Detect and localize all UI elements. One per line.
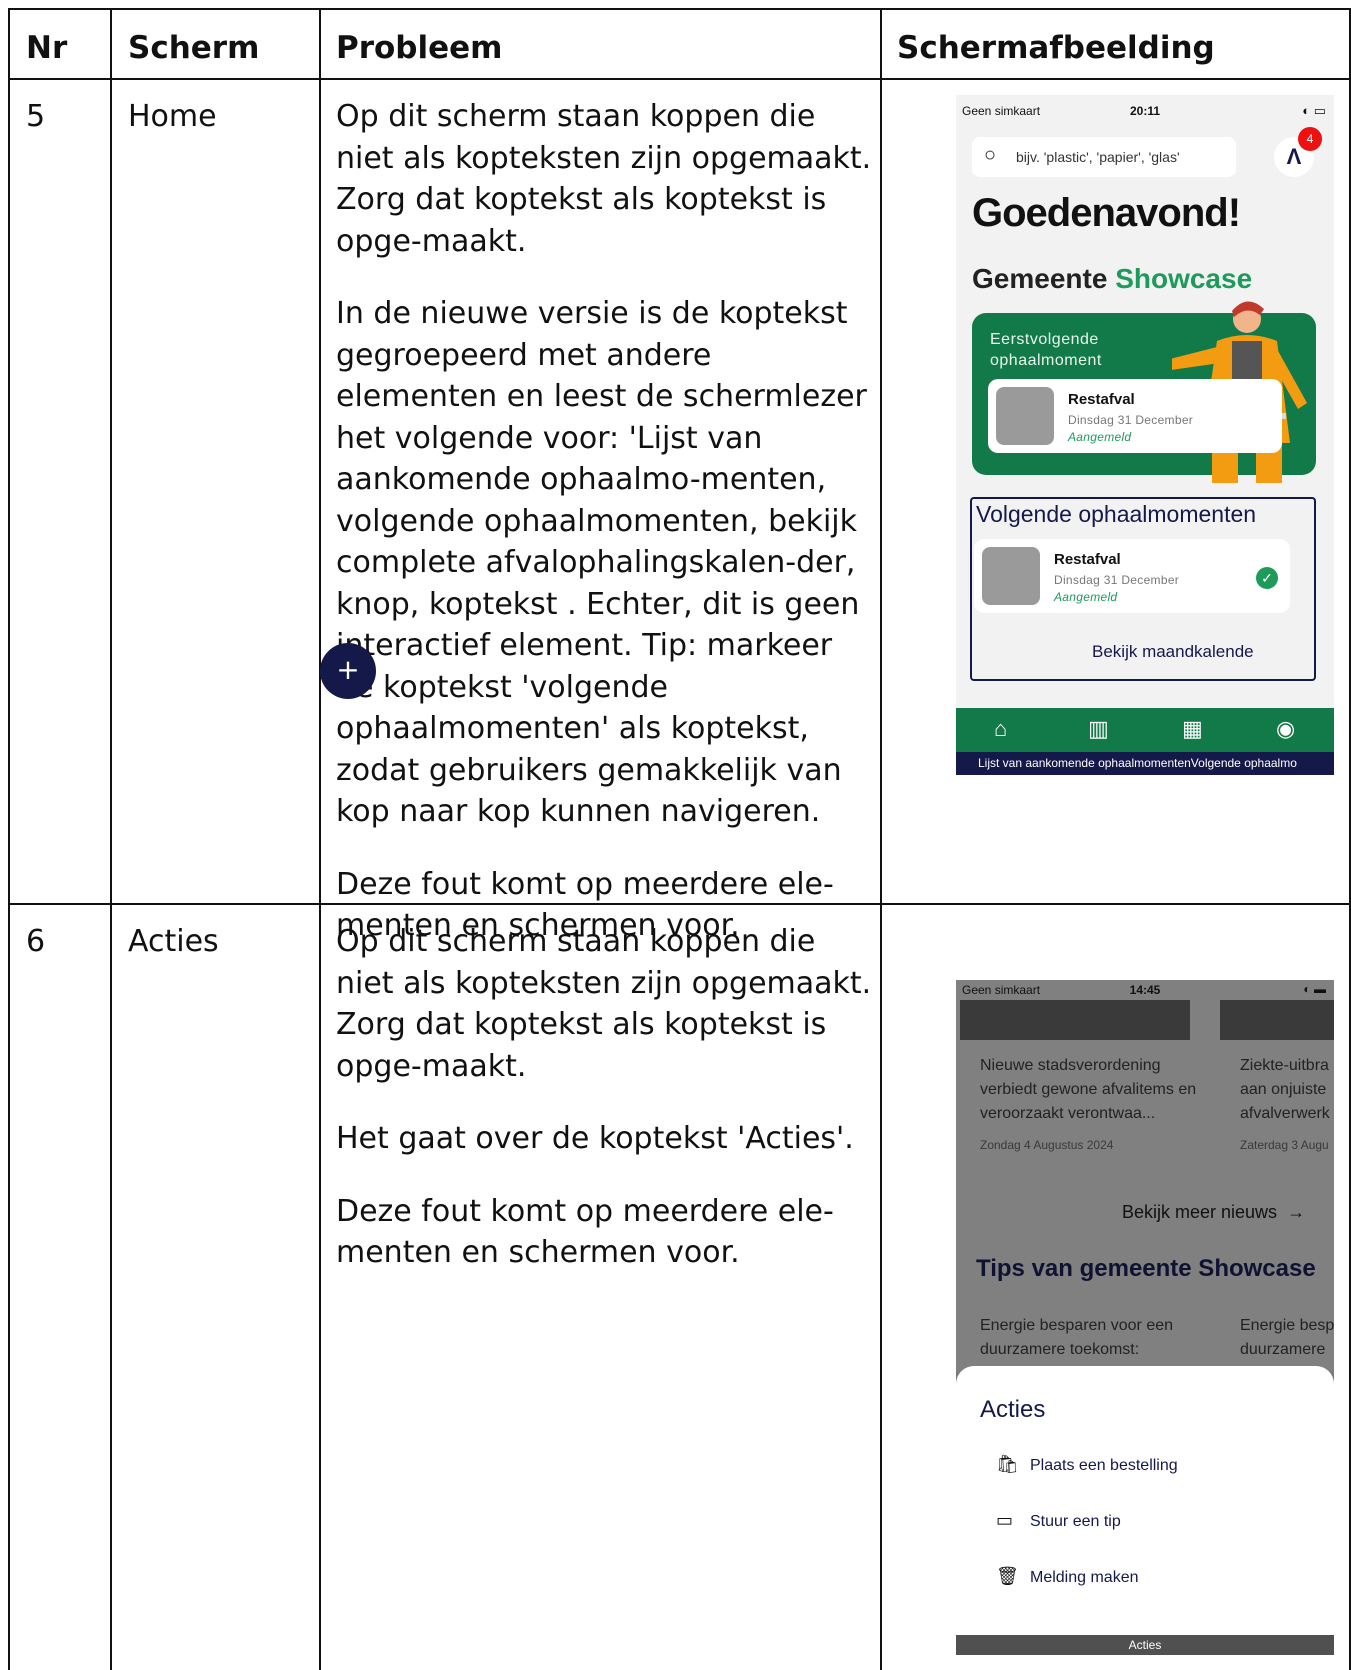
- month-calendar-link[interactable]: Bekijk maandkalende: [1092, 642, 1254, 662]
- row-5-probleem: Op dit scherm staan koppen die niet als …: [336, 96, 872, 978]
- screen-reader-caption: Lijst van aankomende ophaalmomentenVolge…: [956, 752, 1334, 775]
- shopping-bag-icon: 🛍: [996, 1454, 1019, 1474]
- pickup-status: Aangemeld: [1068, 430, 1132, 444]
- column-divider: [319, 8, 321, 1670]
- check-icon: ✓: [1256, 567, 1278, 589]
- news-title: Nieuwe stadsverordening verbiedt gewone …: [980, 1057, 1197, 1122]
- action-report[interactable]: 🗑 Melding maken: [996, 1566, 1139, 1587]
- news-date: Zondag 4 Augustus 2024: [980, 1138, 1114, 1152]
- tip-title: Energie besparen voor een duurzamere toe…: [980, 1317, 1174, 1358]
- header-scherm: Scherm: [128, 30, 260, 66]
- waste-type: Restafval: [1054, 551, 1121, 568]
- bottom-tab-bar: ⌂ ▥ ▦ ◉: [956, 708, 1334, 752]
- news-card[interactable]: Nieuwe stadsverordening verbiedt gewone …: [960, 980, 1206, 1152]
- problem-paragraph: In de nieuwe versie is de koptekst gegro…: [336, 296, 867, 829]
- header-nr: Nr: [26, 30, 68, 66]
- pickup-date: Dinsdag 31 December: [1054, 573, 1180, 587]
- column-border-left: [8, 8, 10, 1670]
- action-send-tip[interactable]: ▭ Stuur een tip: [996, 1510, 1121, 1531]
- action-label: Melding maken: [1030, 1569, 1139, 1586]
- greeting-heading: Goedenavond!: [972, 191, 1241, 235]
- row-5-nr: 5: [26, 99, 46, 134]
- header-schermafbeelding: Schermafbeelding: [897, 30, 1215, 66]
- column-divider: [110, 8, 112, 1670]
- status-bar: Geen simkaart 20:11 ◐ ▭: [956, 95, 1334, 118]
- acties-screenshot: Geen simkaart 14:45 ◐ ▬ Nieuwe stadsvero…: [956, 980, 1334, 1670]
- trash-bag-icon: [982, 547, 1040, 605]
- home-icon[interactable]: ⌂: [994, 716, 1007, 742]
- header-divider: [8, 78, 1351, 80]
- trash-bag-icon: [996, 387, 1054, 445]
- problem-paragraph: Op dit scherm staan koppen die niet als …: [336, 99, 872, 259]
- waste-type: Restafval: [1068, 391, 1135, 408]
- tip-title: Energie besp duurzamere: [1240, 1317, 1334, 1358]
- battery-icon: ◐ ▭: [1302, 103, 1326, 118]
- gemeente-name: Showcase: [1115, 263, 1253, 294]
- row-6-nr: 6: [26, 924, 46, 959]
- news-date: Zaterdag 3 Augu: [1240, 1138, 1329, 1152]
- action-label: Plaats een bestelling: [1030, 1457, 1178, 1474]
- add-button[interactable]: +: [320, 643, 376, 699]
- column-divider: [880, 8, 882, 1670]
- row-5-scherm: Home: [128, 99, 217, 134]
- user-icon[interactable]: ◉: [1276, 716, 1295, 742]
- action-label: Stuur een tip: [1030, 1513, 1121, 1530]
- gemeente-label: Gemeente: [972, 263, 1108, 294]
- upcoming-pickup-item[interactable]: Restafval Dinsdag 31 December Aangemeld …: [974, 539, 1290, 613]
- more-news-link[interactable]: Bekijk meer nieuws →: [1122, 1202, 1305, 1223]
- trash-icon: 🗑: [996, 1566, 1019, 1586]
- row-6-probleem: Op dit scherm staan koppen die niet als …: [336, 921, 872, 1305]
- municipality-heading: Gemeente Showcase: [972, 263, 1252, 295]
- pickup-status: Aangemeld: [1054, 590, 1118, 604]
- search-input[interactable]: ○ bijv. 'plastic', 'papier', 'glas': [972, 137, 1236, 177]
- tip-card[interactable]: Energie besparen voor een duurzamere toe…: [960, 1314, 1196, 1374]
- home-screenshot: Geen simkaart 20:11 ◐ ▭ ○ bijv. 'plastic…: [956, 95, 1334, 775]
- map-icon[interactable]: ▥: [1088, 716, 1109, 742]
- next-pickup-label: Eerstvolgende ophaalmoment: [990, 331, 1102, 369]
- chat-bubble-icon: ▭: [996, 1510, 1014, 1530]
- header-probleem: Probleem: [336, 30, 503, 66]
- pickup-date: Dinsdag 31 December: [1068, 413, 1194, 427]
- clock: 20:11: [1129, 104, 1161, 118]
- search-placeholder: bijv. 'plastic', 'papier', 'glas': [1016, 149, 1180, 165]
- upcoming-pickups-heading: Volgende ophaalmomenten: [976, 501, 1257, 527]
- screen-reader-caption: Acties: [956, 1635, 1334, 1655]
- next-pickup-card[interactable]: Eerstvolgende ophaalmoment Restafval Din…: [972, 301, 1316, 483]
- more-news-label: Bekijk meer nieuws: [1122, 1202, 1278, 1222]
- actions-bottom-sheet: Acties 🛍 Plaats een bestelling ▭ Stuur een…: [956, 1366, 1334, 1670]
- problem-paragraph: Op dit scherm staan koppen die niet als …: [336, 924, 872, 1084]
- problem-paragraph: Deze fout komt op meerdere ele-menten en…: [336, 1193, 834, 1271]
- tip-card[interactable]: Energie besp duurzamere: [1220, 1314, 1334, 1374]
- upcoming-pickups-section[interactable]: Volgende ophaalmomenten Restafval Dinsda…: [970, 497, 1316, 681]
- arrow-right-icon: →: [1282, 1202, 1306, 1222]
- tips-heading: Tips van gemeente Showcase: [976, 1255, 1316, 1282]
- problem-paragraph: Het gaat over de koptekst 'Acties'.: [336, 1121, 854, 1156]
- news-card[interactable]: Ziekte-uitbra aan onjuiste afvalverwerk …: [1220, 980, 1334, 1152]
- news-title: Ziekte-uitbra aan onjuiste afvalverwerk: [1240, 1057, 1330, 1122]
- search-icon: ○: [984, 144, 997, 166]
- next-pickup-item[interactable]: Restafval Dinsdag 31 December Aangemeld: [988, 379, 1282, 453]
- notification-badge: 4: [1298, 127, 1322, 151]
- action-place-order[interactable]: 🛍 Plaats een bestelling: [996, 1454, 1178, 1475]
- row-6-scherm: Acties: [128, 924, 219, 959]
- calendar-icon[interactable]: ▦: [1182, 716, 1203, 742]
- actions-heading: Acties: [980, 1396, 1046, 1423]
- table-border-top: [8, 8, 1351, 10]
